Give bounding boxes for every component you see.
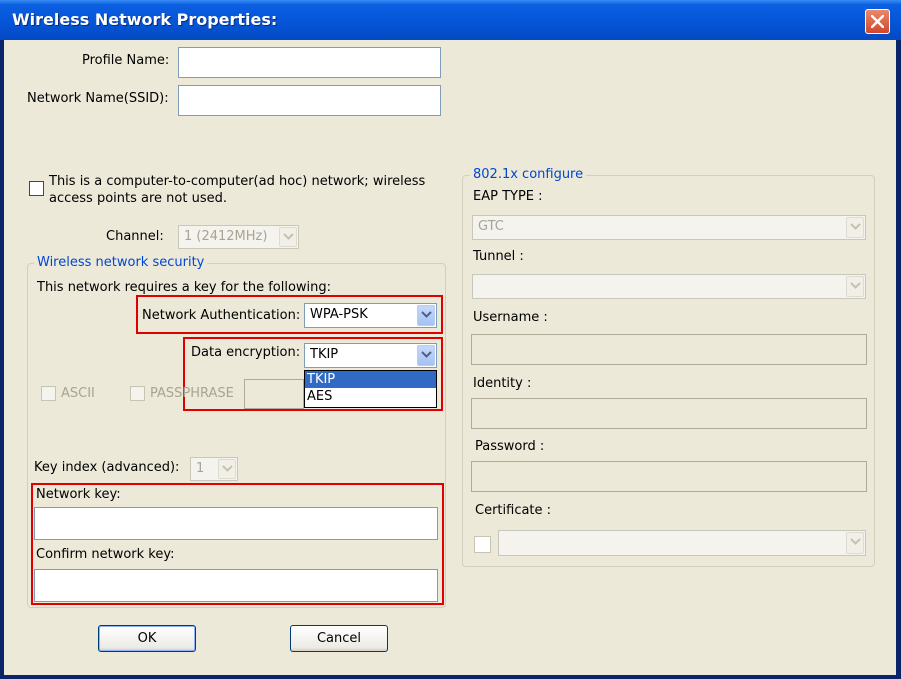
encryption-dropdown-button[interactable] <box>417 345 435 366</box>
ascii-checkbox[interactable] <box>41 386 56 401</box>
channel-select[interactable]: 1 (2412MHz) <box>178 225 299 249</box>
adhoc-checkbox[interactable] <box>29 181 44 196</box>
certificate-checkbox[interactable] <box>474 536 491 553</box>
passphrase-checkbox[interactable] <box>130 386 145 401</box>
password-label: Password : <box>475 439 545 454</box>
x8021-group-title: 802.1x configure <box>470 167 587 182</box>
key-index-label: Key index (advanced): <box>34 460 180 475</box>
encryption-label: Data encryption: <box>191 345 301 360</box>
auth-label: Network Authentication: <box>142 308 301 323</box>
chevron-down-icon <box>222 465 233 472</box>
confirm-key-input[interactable] <box>34 569 438 602</box>
username-label: Username : <box>473 310 548 325</box>
key-index-dropdown-button[interactable] <box>218 459 236 479</box>
eap-type-select[interactable]: GTC <box>472 215 866 240</box>
eap-type-label: EAP TYPE : <box>473 189 543 204</box>
close-button[interactable] <box>865 9 890 34</box>
passphrase-label: PASSPHRASE <box>150 386 234 401</box>
key-index-value: 1 <box>196 461 205 476</box>
network-key-input[interactable] <box>34 507 438 540</box>
chevron-down-icon <box>283 233 294 240</box>
chevron-down-icon <box>850 282 861 289</box>
certificate-label: Certificate : <box>475 503 552 518</box>
encryption-value: TKIP <box>310 347 339 362</box>
close-icon <box>871 15 884 28</box>
auth-dropdown-button[interactable] <box>417 305 435 326</box>
network-key-label: Network key: <box>36 487 121 502</box>
encryption-option-tkip[interactable]: TKIP <box>305 371 436 388</box>
eap-type-value: GTC <box>478 219 504 234</box>
tunnel-dropdown-button[interactable] <box>846 276 864 297</box>
chevron-down-icon <box>850 538 861 545</box>
auth-select[interactable]: WPA-PSK <box>304 303 437 328</box>
identity-label: Identity : <box>473 376 532 391</box>
window-title: Wireless Network Properties: <box>12 10 278 29</box>
certificate-select[interactable] <box>498 530 866 556</box>
auth-value: WPA-PSK <box>310 307 368 322</box>
chevron-down-icon <box>421 351 432 358</box>
key-index-select[interactable]: 1 <box>190 457 238 481</box>
adhoc-label-line1: This is a computer-to-computer(ad hoc) n… <box>49 174 426 189</box>
tunnel-select[interactable] <box>472 274 866 299</box>
identity-input[interactable] <box>471 398 867 429</box>
ok-button[interactable]: OK <box>98 625 196 652</box>
confirm-key-label: Confirm network key: <box>36 547 175 562</box>
tunnel-label: Tunnel : <box>473 249 524 264</box>
channel-dropdown-button[interactable] <box>279 227 297 247</box>
chevron-down-icon <box>421 311 432 318</box>
adhoc-label-line2: access points are not used. <box>49 191 227 206</box>
username-input[interactable] <box>471 334 867 365</box>
passphrase-input[interactable] <box>244 379 304 409</box>
network-name-input[interactable] <box>178 85 441 116</box>
security-group-title: Wireless network security <box>34 255 208 270</box>
profile-name-label: Profile Name: <box>82 53 170 68</box>
encryption-option-aes[interactable]: AES <box>305 388 436 405</box>
network-name-label: Network Name(SSID): <box>27 91 169 106</box>
certificate-dropdown-button[interactable] <box>846 532 864 554</box>
eap-type-dropdown-button[interactable] <box>846 217 864 238</box>
cancel-button[interactable]: Cancel <box>290 625 388 652</box>
requires-key-text: This network requires a key for the foll… <box>37 280 332 295</box>
password-input[interactable] <box>471 461 867 492</box>
chevron-down-icon <box>850 223 861 230</box>
encryption-select[interactable]: TKIP <box>304 343 437 368</box>
title-bar: Wireless Network Properties: <box>0 0 901 40</box>
encryption-dropdown-list[interactable]: TKIP AES <box>304 370 437 408</box>
ascii-label: ASCII <box>61 386 95 401</box>
profile-name-input[interactable] <box>178 47 441 78</box>
channel-value: 1 (2412MHz) <box>184 229 268 244</box>
channel-label: Channel: <box>106 229 164 244</box>
